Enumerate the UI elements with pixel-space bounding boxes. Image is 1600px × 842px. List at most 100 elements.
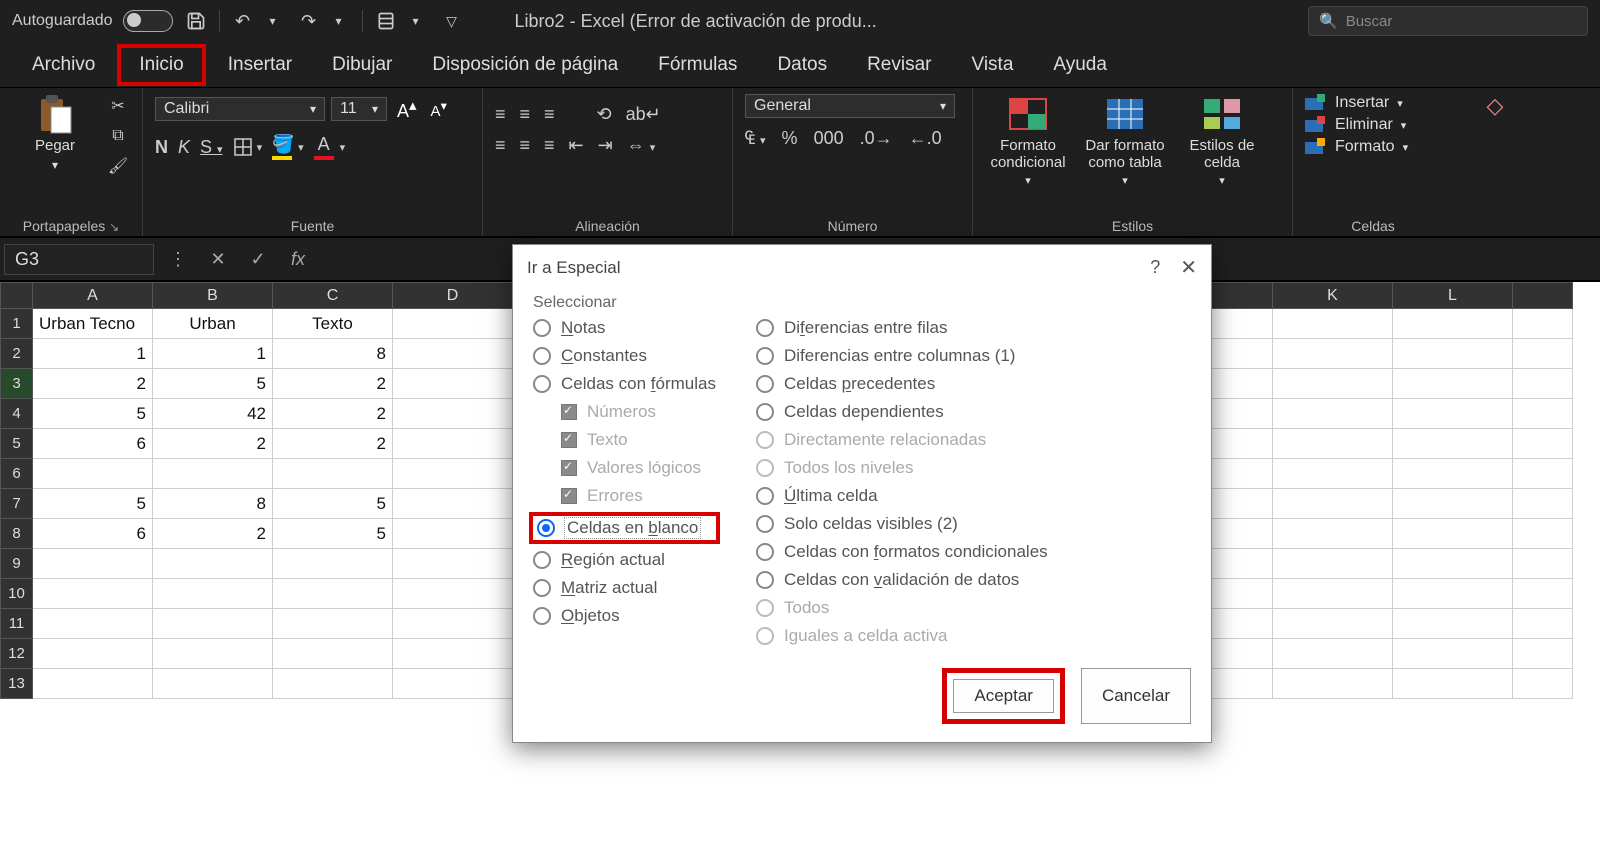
decrease-font-icon[interactable]: A▾ <box>427 96 451 122</box>
cell-B6[interactable] <box>153 459 273 489</box>
undo-icon[interactable]: ↶ <box>230 8 256 34</box>
cell-C8[interactable]: 5 <box>273 519 393 549</box>
delete-cells-button[interactable]: Eliminar ▾ <box>1305 116 1441 134</box>
align-top-icon[interactable]: ≡ <box>495 104 506 125</box>
cell-C1[interactable]: Texto <box>273 309 393 339</box>
cell-styles-button[interactable]: Estilos de celda ▾ <box>1179 94 1265 187</box>
tab-datos[interactable]: Datos <box>759 48 845 82</box>
row-header-13[interactable]: 13 <box>1 669 33 699</box>
tab-fórmulas[interactable]: Fórmulas <box>640 48 755 82</box>
cell-K6[interactable] <box>1273 459 1393 489</box>
decrease-indent-icon[interactable]: ⇤ <box>569 135 584 156</box>
font-color-button[interactable]: A <box>314 134 334 160</box>
tab-disposición-de-página[interactable]: Disposición de página <box>414 48 636 82</box>
cell-B8[interactable]: 2 <box>153 519 273 549</box>
cell-B10[interactable] <box>153 579 273 609</box>
align-middle-icon[interactable]: ≡ <box>520 104 531 125</box>
cell-B5[interactable]: 2 <box>153 429 273 459</box>
conditional-format-button[interactable]: Formato condicional ▾ <box>985 94 1071 187</box>
undo-dropdown-icon[interactable]: ▾ <box>260 8 286 34</box>
cell-D11[interactable] <box>393 609 513 639</box>
tab-archivo[interactable]: Archivo <box>14 48 113 82</box>
cell-K2[interactable] <box>1273 339 1393 369</box>
clear-icon[interactable]: ◇ <box>1483 94 1507 118</box>
col-header-B[interactable]: B <box>153 283 273 309</box>
cell-B1[interactable]: Urban <box>153 309 273 339</box>
col-header-D[interactable]: D <box>393 283 513 309</box>
option-diferencias-entre-filas[interactable]: Diferencias entre filas <box>756 318 1048 338</box>
cell-C10[interactable] <box>273 579 393 609</box>
col-header-A[interactable]: A <box>33 283 153 309</box>
cell-D4[interactable] <box>393 399 513 429</box>
row-header-12[interactable]: 12 <box>1 639 33 669</box>
cell-D3[interactable] <box>393 369 513 399</box>
cell-D12[interactable] <box>393 639 513 669</box>
touch-dropdown-icon[interactable]: ▾ <box>403 8 429 34</box>
cell-L11[interactable] <box>1393 609 1513 639</box>
option-celdas-en-blanco[interactable]: Celdas en blanco <box>537 518 712 538</box>
cell-L9[interactable] <box>1393 549 1513 579</box>
option-celdas-con-formatos-condicionales[interactable]: Celdas con formatos condicionales <box>756 542 1048 562</box>
cell-L7[interactable] <box>1393 489 1513 519</box>
cell-K4[interactable] <box>1273 399 1393 429</box>
format-painter-icon[interactable]: 🖌 <box>106 154 130 178</box>
row-header-11[interactable]: 11 <box>1 609 33 639</box>
cell-L1[interactable] <box>1393 309 1513 339</box>
tab-insertar[interactable]: Insertar <box>210 48 310 82</box>
name-box[interactable] <box>4 244 154 275</box>
cell-A3[interactable]: 2 <box>33 369 153 399</box>
tab-inicio[interactable]: Inicio <box>117 44 205 86</box>
row-header-9[interactable]: 9 <box>1 549 33 579</box>
row-header-5[interactable]: 5 <box>1 429 33 459</box>
cell-A5[interactable]: 6 <box>33 429 153 459</box>
cell-K8[interactable] <box>1273 519 1393 549</box>
select-all-corner[interactable] <box>1 283 33 309</box>
cell-A9[interactable] <box>33 549 153 579</box>
cell-A2[interactable]: 1 <box>33 339 153 369</box>
cell-B13[interactable] <box>153 669 273 699</box>
clipboard-launcher-icon[interactable]: ↘ <box>109 220 119 234</box>
cell-L6[interactable] <box>1393 459 1513 489</box>
cell-L13[interactable] <box>1393 669 1513 699</box>
option--ltima-celda[interactable]: Última celda <box>756 486 1048 506</box>
cell-K9[interactable] <box>1273 549 1393 579</box>
option-celdas-con-validaci-n-de-datos[interactable]: Celdas con validación de datos <box>756 570 1048 590</box>
customize-qat-icon[interactable]: ▽ <box>439 8 465 34</box>
merge-center-icon[interactable]: ⇔ ▾ <box>627 135 656 156</box>
border-button[interactable] <box>233 137 253 157</box>
percent-icon[interactable]: % <box>782 128 798 149</box>
ok-button[interactable]: Aceptar <box>953 679 1054 713</box>
cell-A12[interactable] <box>33 639 153 669</box>
cell-D5[interactable] <box>393 429 513 459</box>
increase-decimal-icon[interactable]: .0→ <box>860 128 893 149</box>
search-box[interactable]: 🔍 Buscar <box>1308 6 1588 36</box>
cell-L8[interactable] <box>1393 519 1513 549</box>
cell-A1[interactable]: Urban Tecno <box>33 309 153 339</box>
fontcolor-dropdown-icon[interactable]: ▾ <box>340 141 346 154</box>
row-header-10[interactable]: 10 <box>1 579 33 609</box>
option-solo-celdas-visibles-2-[interactable]: Solo celdas visibles (2) <box>756 514 1048 534</box>
cell-D9[interactable] <box>393 549 513 579</box>
font-size-combo[interactable]: 11▾ <box>331 97 387 121</box>
option-regi-n-actual[interactable]: Región actual <box>533 550 716 570</box>
cell-K7[interactable] <box>1273 489 1393 519</box>
cell-D2[interactable] <box>393 339 513 369</box>
tab-revisar[interactable]: Revisar <box>849 48 949 82</box>
option-celdas-con-f-rmulas[interactable]: Celdas con fórmulas <box>533 374 716 394</box>
cell-B12[interactable] <box>153 639 273 669</box>
cell-A7[interactable]: 5 <box>33 489 153 519</box>
thousands-icon[interactable]: 000 <box>814 128 844 149</box>
option-objetos[interactable]: Objetos <box>533 606 716 626</box>
cell-D6[interactable] <box>393 459 513 489</box>
cell-C2[interactable]: 8 <box>273 339 393 369</box>
option-constantes[interactable]: Constantes <box>533 346 716 366</box>
cell-L3[interactable] <box>1393 369 1513 399</box>
tab-dibujar[interactable]: Dibujar <box>314 48 410 82</box>
cell-L12[interactable] <box>1393 639 1513 669</box>
cell-C7[interactable]: 5 <box>273 489 393 519</box>
row-header-4[interactable]: 4 <box>1 399 33 429</box>
cell-B4[interactable]: 42 <box>153 399 273 429</box>
cell-D10[interactable] <box>393 579 513 609</box>
cell-A4[interactable]: 5 <box>33 399 153 429</box>
cell-K10[interactable] <box>1273 579 1393 609</box>
